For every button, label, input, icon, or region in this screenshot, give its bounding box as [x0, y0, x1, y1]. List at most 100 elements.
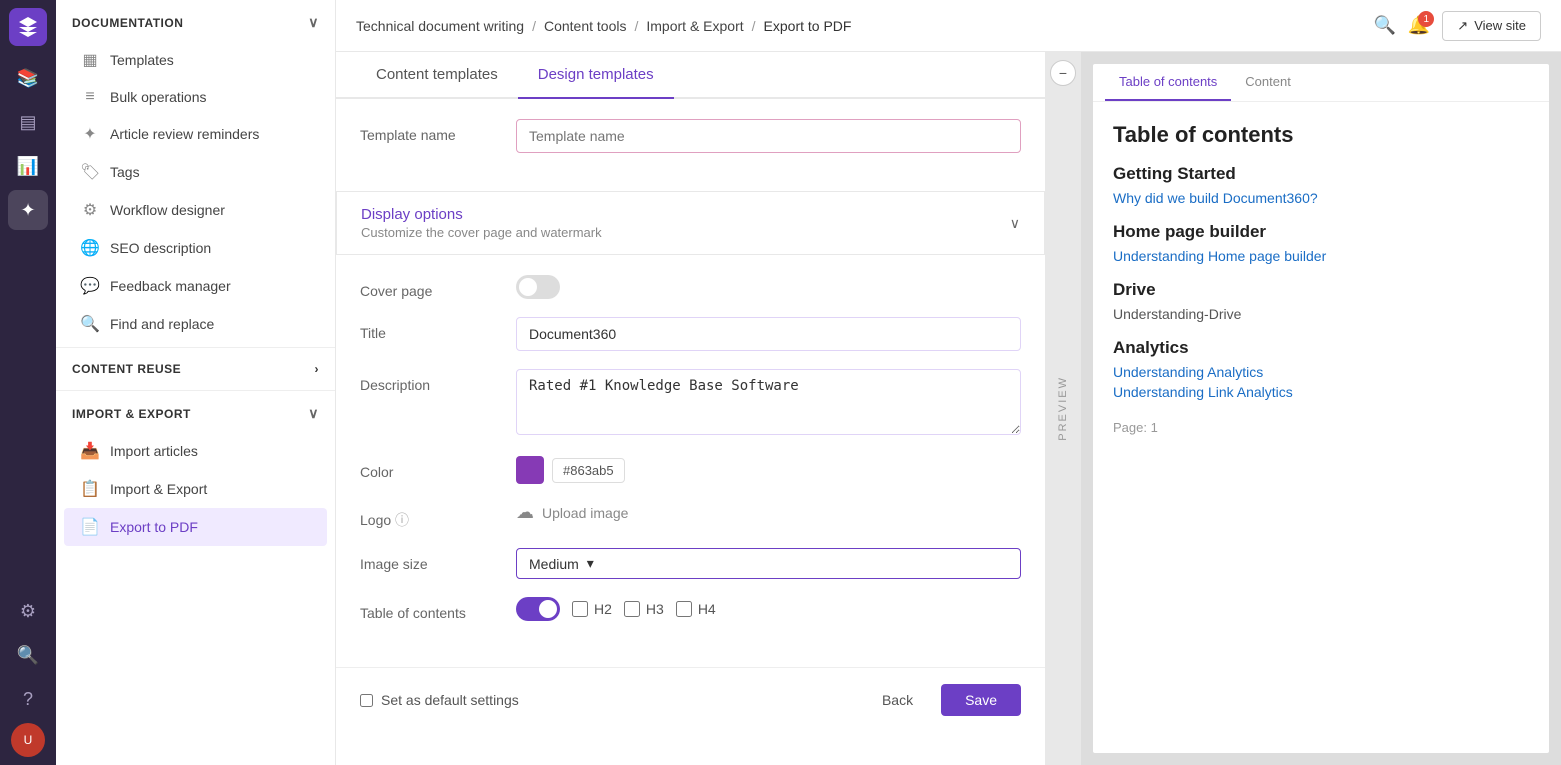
sidebar-item-article-review[interactable]: ✦ Article review reminders — [64, 115, 327, 153]
display-options-header-content: Display options Customize the cover page… — [361, 206, 602, 240]
preview-link-why-build[interactable]: Why did we build Document360? — [1113, 190, 1529, 206]
sidebar-item-bulk-operations[interactable]: ≡ Bulk operations — [64, 79, 327, 115]
cover-page-control — [516, 275, 1021, 299]
tools-nav-icon[interactable]: ✦ — [8, 190, 48, 230]
preview-section-drive: Drive Understanding-Drive — [1113, 280, 1529, 322]
title-input[interactable] — [516, 317, 1021, 351]
h4-checkbox[interactable] — [676, 601, 692, 617]
sidebar-item-findreplace-label: Find and replace — [110, 316, 214, 332]
toc-wrap: H2 H3 H4 — [516, 597, 1021, 621]
h3-checkbox[interactable] — [624, 601, 640, 617]
sidebar-item-import-export[interactable]: 📋 Import & Export — [64, 470, 327, 508]
display-options-chevron-icon: ∨ — [1010, 215, 1020, 232]
template-name-control — [516, 119, 1021, 153]
sidebar-item-review-label: Article review reminders — [110, 126, 259, 142]
app-logo[interactable] — [9, 8, 47, 46]
upload-logo-button[interactable]: ☁ Upload image — [516, 502, 1021, 523]
preview-label: PREVIEW — [1057, 376, 1069, 441]
find-replace-icon: 🔍 — [80, 314, 100, 334]
sidebar-item-workflow-label: Workflow designer — [110, 202, 225, 218]
search-button[interactable]: 🔍 — [1373, 15, 1395, 36]
title-control — [516, 317, 1021, 351]
preview-tab-content[interactable]: Content — [1231, 64, 1305, 101]
h3-label: H3 — [646, 601, 664, 617]
preview-link-link-analytics[interactable]: Understanding Link Analytics — [1113, 384, 1529, 400]
sidebar-item-tags[interactable]: 🏷 Tags — [64, 153, 327, 191]
color-swatch[interactable] — [516, 456, 544, 484]
logo-label: Logo ⓘ — [360, 502, 500, 530]
save-button[interactable]: Save — [941, 684, 1021, 716]
import-export-section-header[interactable]: IMPORT & EXPORT ∨ — [56, 391, 335, 432]
h3-checkbox-wrap: H3 — [624, 601, 664, 617]
preview-link-drive[interactable]: Understanding-Drive — [1113, 306, 1529, 322]
templates-icon: ▦ — [80, 50, 100, 70]
notification-button[interactable]: 🔔 1 — [1408, 15, 1430, 36]
sidebar-item-templates[interactable]: ▦ Templates — [64, 41, 327, 79]
sidebar-item-feedback-label: Feedback manager — [110, 278, 231, 294]
image-size-control: Medium ▾ — [516, 548, 1021, 579]
color-control: #863ab5 — [516, 456, 1021, 484]
view-site-button[interactable]: ↗ View site — [1442, 11, 1541, 41]
preview-link-analytics[interactable]: Understanding Analytics — [1113, 364, 1529, 380]
cover-page-toggle[interactable] — [516, 275, 560, 299]
import-export-section-label: IMPORT & EXPORT — [72, 407, 191, 421]
preview-section-home-page: Home page builder Understanding Home pag… — [1113, 222, 1529, 264]
sidebar-item-feedback-manager[interactable]: 💬 Feedback manager — [64, 267, 327, 305]
feedback-icon: 💬 — [80, 276, 100, 296]
toc-toggle[interactable] — [516, 597, 560, 621]
description-input[interactable] — [516, 369, 1021, 435]
preview-tab-toc[interactable]: Table of contents — [1105, 64, 1231, 101]
analytics-nav-icon[interactable]: 📊 — [8, 146, 48, 186]
sidebar-item-workflow-designer[interactable]: ⚙ Workflow designer — [64, 191, 327, 229]
display-options-header[interactable]: Display options Customize the cover page… — [336, 191, 1045, 255]
preview-section-getting-started: Getting Started Why did we build Documen… — [1113, 164, 1529, 206]
default-settings-checkbox[interactable] — [360, 694, 373, 707]
color-value[interactable]: #863ab5 — [552, 458, 625, 483]
template-name-row: Template name — [360, 119, 1021, 153]
preview-link-home-builder[interactable]: Understanding Home page builder — [1113, 248, 1529, 264]
image-size-label: Image size — [360, 548, 500, 572]
default-settings-label[interactable]: Set as default settings — [360, 692, 519, 708]
preview-body: Table of contents Getting Started Why di… — [1093, 102, 1549, 753]
sidebar-item-export-to-pdf[interactable]: 📄 Export to PDF — [64, 508, 327, 546]
size-chevron-icon: ▾ — [587, 555, 594, 572]
design-templates-label: Design templates — [538, 66, 654, 83]
documentation-chevron-icon: ∨ — [308, 14, 319, 31]
template-name-input[interactable] — [516, 119, 1021, 153]
breadcrumb-sep-3: / — [752, 18, 756, 34]
tags-icon: 🏷 — [80, 162, 100, 182]
breadcrumb-import-export[interactable]: Import & Export — [646, 18, 743, 34]
h2-checkbox[interactable] — [572, 601, 588, 617]
document-nav-icon[interactable]: ▤ — [8, 102, 48, 142]
tab-design-templates[interactable]: Design templates — [518, 52, 674, 97]
back-button[interactable]: Back — [866, 684, 929, 716]
library-nav-icon[interactable]: 📚 — [8, 58, 48, 98]
sidebar-item-seo[interactable]: 🌐 SEO description — [64, 229, 327, 267]
search-nav-icon[interactable]: 🔍 — [8, 635, 48, 675]
breadcrumb-tools[interactable]: Content tools — [544, 18, 627, 34]
user-avatar[interactable]: U — [11, 723, 45, 757]
logo-icon — [16, 15, 40, 39]
documentation-section-header[interactable]: DOCUMENTATION ∨ — [56, 0, 335, 41]
display-options-form: Cover page Title Description — [336, 255, 1045, 659]
settings-nav-icon[interactable]: ⚙ — [8, 591, 48, 631]
zoom-out-button[interactable]: − — [1050, 60, 1076, 86]
logo-info-icon[interactable]: ⓘ — [395, 512, 409, 528]
tab-content-templates[interactable]: Content templates — [356, 52, 518, 97]
sidebar-item-import-articles[interactable]: 📥 Import articles — [64, 432, 327, 470]
breadcrumb-root[interactable]: Technical document writing — [356, 18, 524, 34]
toc-label: Table of contents — [360, 597, 500, 621]
import-export-icon: 📋 — [80, 479, 100, 499]
content-reuse-section-header[interactable]: CONTENT REUSE › — [56, 347, 335, 391]
image-size-select[interactable]: Medium ▾ — [516, 548, 1021, 579]
display-options-title: Display options — [361, 206, 602, 223]
h2-checkbox-wrap: H2 — [572, 601, 612, 617]
documentation-section-label: DOCUMENTATION — [72, 16, 183, 30]
help-nav-icon[interactable]: ? — [8, 679, 48, 719]
sidebar-item-find-replace[interactable]: 🔍 Find and replace — [64, 305, 327, 343]
cover-page-row: Cover page — [360, 275, 1021, 299]
default-settings-text: Set as default settings — [381, 692, 519, 708]
title-row: Title — [360, 317, 1021, 351]
preview-heading-home-page: Home page builder — [1113, 222, 1529, 242]
import-articles-icon: 📥 — [80, 441, 100, 461]
